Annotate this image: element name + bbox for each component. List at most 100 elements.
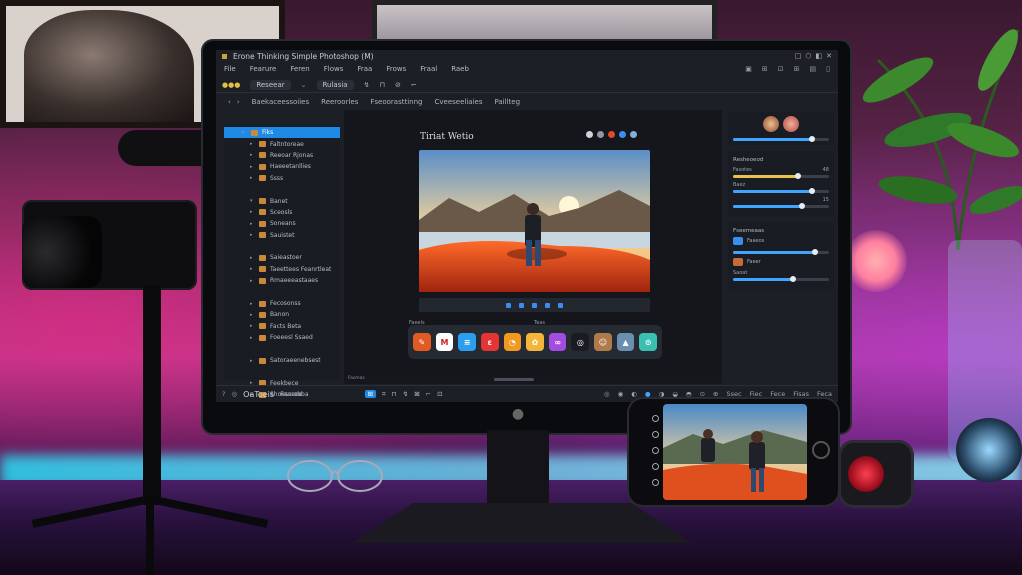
menu-item[interactable]: File [224,65,236,73]
doc-action-icon[interactable] [597,131,604,138]
caret-icon[interactable]: ▸ [250,255,255,261]
list-icon[interactable]: ▤ [810,65,817,73]
tool-icon[interactable]: ⊓ [379,81,384,89]
caret-icon[interactable]: ▸ [250,175,255,181]
status-label[interactable]: Feca [817,390,832,398]
mode-select[interactable]: Rulasia [316,79,354,90]
tab[interactable]: Cveeseeliaies [435,98,483,106]
layer-row[interactable]: ▾ Banet [224,195,340,206]
layer-row[interactable]: ▾ Fiks [224,127,340,139]
panel-icon[interactable]: ▯ [826,65,830,73]
menu-item[interactable]: Flows [324,65,344,73]
caret-icon[interactable]: ▾ [242,130,247,136]
caret-icon[interactable]: ▸ [250,221,255,227]
tab[interactable]: Baekaceessoiies [252,98,310,106]
layout-icon[interactable]: ⊞ [762,65,768,73]
caret-icon[interactable]: ▸ [250,152,255,158]
status-label[interactable]: Fisas [793,390,809,398]
status-label[interactable]: Ssec [727,390,742,398]
grid-icon[interactable]: ▣ [745,65,752,73]
layer-row[interactable] [224,286,340,297]
layer-row[interactable]: ▸ Sceosls [224,207,340,218]
phone-icon[interactable] [652,415,659,422]
effect-row[interactable]: Faaeos [733,237,829,245]
adjust-slider[interactable] [733,188,829,194]
phone-icon[interactable] [652,463,659,470]
caret-icon[interactable]: ▸ [250,323,255,329]
layer-row[interactable]: ▸ Satoraeenebsest [224,355,340,366]
adjust-slider[interactable] [733,203,829,209]
status-icon[interactable]: ● [645,390,651,398]
chevron-down-icon[interactable]: ⌄ [301,81,307,89]
tool-icon[interactable]: ↯ [364,81,370,89]
menu-item[interactable]: Raeb [451,65,469,73]
caret-icon[interactable]: ▸ [250,312,255,318]
app-infinity-icon[interactable]: ∞ [548,333,567,351]
strip-dot[interactable] [506,302,511,308]
caret-icon[interactable]: ▸ [250,335,255,341]
tab[interactable]: Reeroorles [321,98,358,106]
caret-icon[interactable]: ▸ [250,209,255,215]
adjust-slider[interactable] [733,173,829,179]
layer-row[interactable]: ▸ Banon [224,309,340,320]
caret-icon[interactable]: ▾ [250,198,255,204]
phone-icon[interactable] [652,447,659,454]
app-teal-icon[interactable]: ⊙ [639,333,658,351]
app-appstore-icon[interactable]: ≡ [458,333,476,351]
caret-icon[interactable]: ▸ [250,141,255,147]
layer-row[interactable] [224,184,340,195]
master-slider[interactable] [733,136,829,142]
tool-button-active[interactable]: ⊞ [364,390,376,398]
timeline-scrub[interactable] [494,378,534,381]
effect-row[interactable]: Faeer [733,258,829,266]
window-control-icon[interactable]: ⬡ [805,52,811,60]
menu-item[interactable]: Fearure [250,65,277,73]
status-icon[interactable]: ◐ [631,390,637,398]
slider-knob[interactable] [811,249,818,255]
app-landscape-icon[interactable]: ▲ [616,333,635,351]
layer-row[interactable] [224,343,340,354]
status-icon[interactable]: ⊙ [700,390,705,398]
app-portrait-icon[interactable]: ☺ [594,333,612,351]
window-control-icon[interactable]: □ [795,52,802,60]
status-icon[interactable]: ◓ [686,390,692,398]
slider-knob[interactable] [799,203,806,209]
status-icon[interactable]: ◑ [659,390,665,398]
layer-row[interactable]: ▸ Haeeetanllies [224,161,340,172]
layer-row[interactable] [224,241,340,252]
layer-row[interactable] [224,366,340,377]
tool-button[interactable]: ↯ [403,390,408,398]
preset-select[interactable]: Reseear [250,79,291,90]
menu-item[interactable]: Frows [386,65,406,73]
layer-row[interactable]: ▸ Sauistet [224,230,340,241]
tool-icon[interactable]: ⊘ [395,81,401,89]
doc-action-icon[interactable] [586,131,593,138]
caret-icon[interactable]: ▸ [250,232,255,238]
timeline-bar[interactable]: Fasmas [344,376,722,384]
slider-knob[interactable] [808,188,815,194]
tool-button[interactable]: ⊓ [392,390,397,398]
slider-knob[interactable] [795,173,802,179]
phone-icon[interactable] [652,431,659,438]
slider-knob[interactable] [808,136,815,142]
caret-icon[interactable]: ▸ [250,278,255,284]
chevron-right-icon[interactable]: › [237,98,240,106]
app-notes-icon[interactable]: ◔ [503,333,522,351]
caret-icon[interactable]: ▸ [250,266,255,272]
status-label[interactable]: Fece [770,390,785,398]
tab[interactable]: Paillteg [494,98,520,106]
layout-icon[interactable]: ⊞ [794,65,800,73]
layer-row[interactable]: ▸ Foeeesl Ssaed [224,332,340,343]
strip-dot[interactable] [545,302,550,308]
tool-button[interactable]: ⊠ [414,390,419,398]
info-icon[interactable]: ◎ [231,390,237,398]
adjust-slider[interactable] [733,249,829,255]
layer-row[interactable]: ▸ Rmaeeeastaaes [224,275,340,286]
menu-item[interactable]: Fraal [420,65,437,73]
strip-dot[interactable] [558,302,563,308]
layer-row[interactable]: ▸ Saieastoer [224,252,340,263]
app-flower-icon[interactable]: ✿ [526,333,544,351]
status-icon[interactable]: ◎ [604,390,610,398]
phone-icon[interactable] [652,479,659,486]
window-control-icon[interactable]: ◧ [816,52,823,60]
